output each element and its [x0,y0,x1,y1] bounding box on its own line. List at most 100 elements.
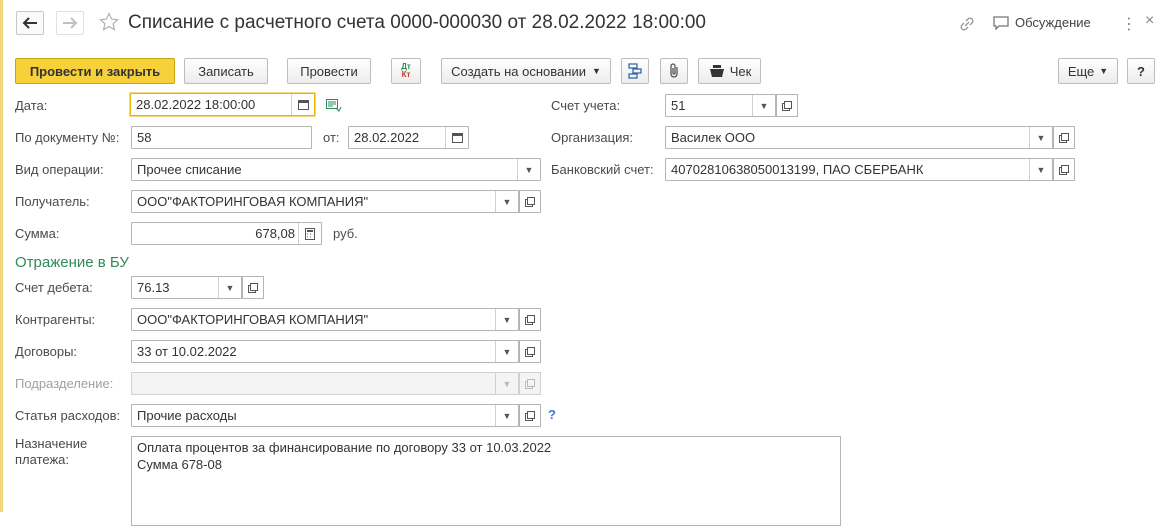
recipient-select[interactable]: ООО"ФАКТОРИНГОВАЯ КОМПАНИЯ" ▼ [131,190,519,213]
chevron-down-icon[interactable]: ▼ [517,159,540,180]
back-button[interactable] [16,11,44,35]
expense-item-value: Прочие расходы [137,408,237,423]
link-icon[interactable] [958,15,976,36]
chevron-down-icon[interactable]: ▼ [1029,127,1052,148]
operation-label: Вид операции: [15,162,104,177]
purpose-label-line2: платежа: [15,452,69,467]
open-window-icon [525,314,535,325]
debit-account-select[interactable]: 76.13 ▼ [131,276,242,299]
post-and-close-button[interactable]: Провести и закрыть [15,58,175,84]
purpose-textarea[interactable]: Оплата процентов за финансирование по до… [131,436,841,526]
favorite-star-icon[interactable] [98,12,120,35]
purpose-line1: Оплата процентов за финансирование по до… [137,440,552,455]
open-window-icon [525,196,535,207]
account-value: 51 [671,98,686,113]
chevron-down-icon[interactable]: ▼ [495,405,518,426]
help-button[interactable]: ? [1127,58,1155,84]
chevron-down-icon: ▼ [1099,66,1109,76]
bank-account-label: Банковский счет: [551,162,654,177]
expense-item-label: Статья расходов: [15,408,121,423]
open-window-icon [525,346,535,357]
attach-button[interactable] [660,58,688,84]
structure-button[interactable] [621,58,649,84]
calendar-icon[interactable] [291,94,314,115]
organization-select[interactable]: Василек ООО ▼ [665,126,1053,149]
more-label: Еще [1067,63,1095,79]
open-window-icon [1059,164,1069,175]
open-organization-button[interactable] [1053,126,1075,149]
currency-label: руб. [333,226,358,241]
bank-account-select[interactable]: 40702810638050013199, ПАО СБЕРБАНК ▼ [665,158,1053,181]
open-window-icon [248,282,258,293]
chevron-down-icon[interactable]: ▼ [495,341,518,362]
account-select[interactable]: 51 ▼ [665,94,776,117]
more-button[interactable]: Еще ▼ [1058,58,1118,84]
calculator-icon[interactable] [298,223,321,244]
open-window-icon [525,410,535,421]
expense-help-icon[interactable]: ? [548,407,556,422]
debit-account-value: 76.13 [137,280,170,295]
close-icon[interactable]: × [1145,12,1154,30]
receipt-label: Чек [729,63,752,79]
page-title: Списание с расчетного счета 0000-000030 … [128,12,706,33]
document-link-icon[interactable] [326,99,342,116]
more-vertical-icon[interactable]: ⋮ [1121,14,1137,34]
receipt-button[interactable]: Чек [698,58,761,84]
open-expense-item-button[interactable] [519,404,541,427]
doc-date-label: от: [323,130,340,145]
chevron-down-icon[interactable]: ▼ [752,95,775,116]
amount-field[interactable]: 678,08 [131,222,322,245]
chevron-down-icon[interactable]: ▼ [495,309,518,330]
forward-button[interactable] [56,11,84,35]
open-recipient-button[interactable] [519,190,541,213]
discussion-button[interactable]: Обсуждение [993,15,1091,30]
department-select: ▼ [131,372,519,395]
open-debit-account-button[interactable] [242,276,264,299]
operation-select[interactable]: Прочее списание ▼ [131,158,541,181]
arrow-left-icon [22,17,37,29]
dt-kt-button[interactable]: Дт Кт [391,58,421,84]
organization-value: Василек ООО [671,130,756,145]
contract-select[interactable]: 33 от 10.02.2022 ▼ [131,340,519,363]
discussion-label: Обсуждение [1015,15,1091,30]
organization-label: Организация: [551,130,634,145]
open-account-button[interactable] [776,94,798,117]
dt-kt-icon-lower: Кт [401,70,411,79]
contract-value: 33 от 10.02.2022 [137,344,237,359]
chevron-down-icon[interactable]: ▼ [218,277,241,298]
counterparty-select[interactable]: ООО"ФАКТОРИНГОВАЯ КОМПАНИЯ" ▼ [131,308,519,331]
open-window-icon [782,100,792,111]
counterparty-value: ООО"ФАКТОРИНГОВАЯ КОМПАНИЯ" [137,312,369,327]
contract-label: Договоры: [15,344,78,359]
department-label: Подразделение: [15,376,114,391]
open-department-button [519,372,541,395]
chevron-down-icon: ▼ [495,373,518,394]
save-button[interactable]: Записать [184,58,268,84]
left-accent-bar [0,0,3,512]
operation-value: Прочее списание [137,162,242,177]
chevron-down-icon[interactable]: ▼ [1029,159,1052,180]
doc-number-field[interactable]: 58 [131,126,312,149]
date-field[interactable]: 28.02.2022 18:00:00 [130,93,315,116]
doc-number-label: По документу №: [15,130,120,145]
counterparty-label: Контрагенты: [15,312,96,327]
chevron-down-icon[interactable]: ▼ [495,191,518,212]
open-contract-button[interactable] [519,340,541,363]
account-label: Счет учета: [551,98,621,113]
arrow-right-icon [63,17,78,29]
open-counterparty-button[interactable] [519,308,541,331]
doc-date-field[interactable]: 28.02.2022 [348,126,469,149]
purpose-label: Назначение платежа: [15,436,87,468]
open-window-icon [1059,132,1069,143]
recipient-value: ООО"ФАКТОРИНГОВАЯ КОМПАНИЯ" [137,194,369,209]
cash-register-icon [709,65,724,77]
create-based-label: Создать на основании [451,63,586,79]
create-based-on-button[interactable]: Создать на основании ▼ [441,58,611,84]
open-bank-account-button[interactable] [1053,158,1075,181]
open-window-icon [525,378,535,389]
date-label: Дата: [15,98,48,113]
post-button[interactable]: Провести [287,58,371,84]
calendar-icon[interactable] [445,127,468,148]
expense-item-select[interactable]: Прочие расходы ▼ [131,404,519,427]
debit-account-label: Счет дебета: [15,280,93,295]
